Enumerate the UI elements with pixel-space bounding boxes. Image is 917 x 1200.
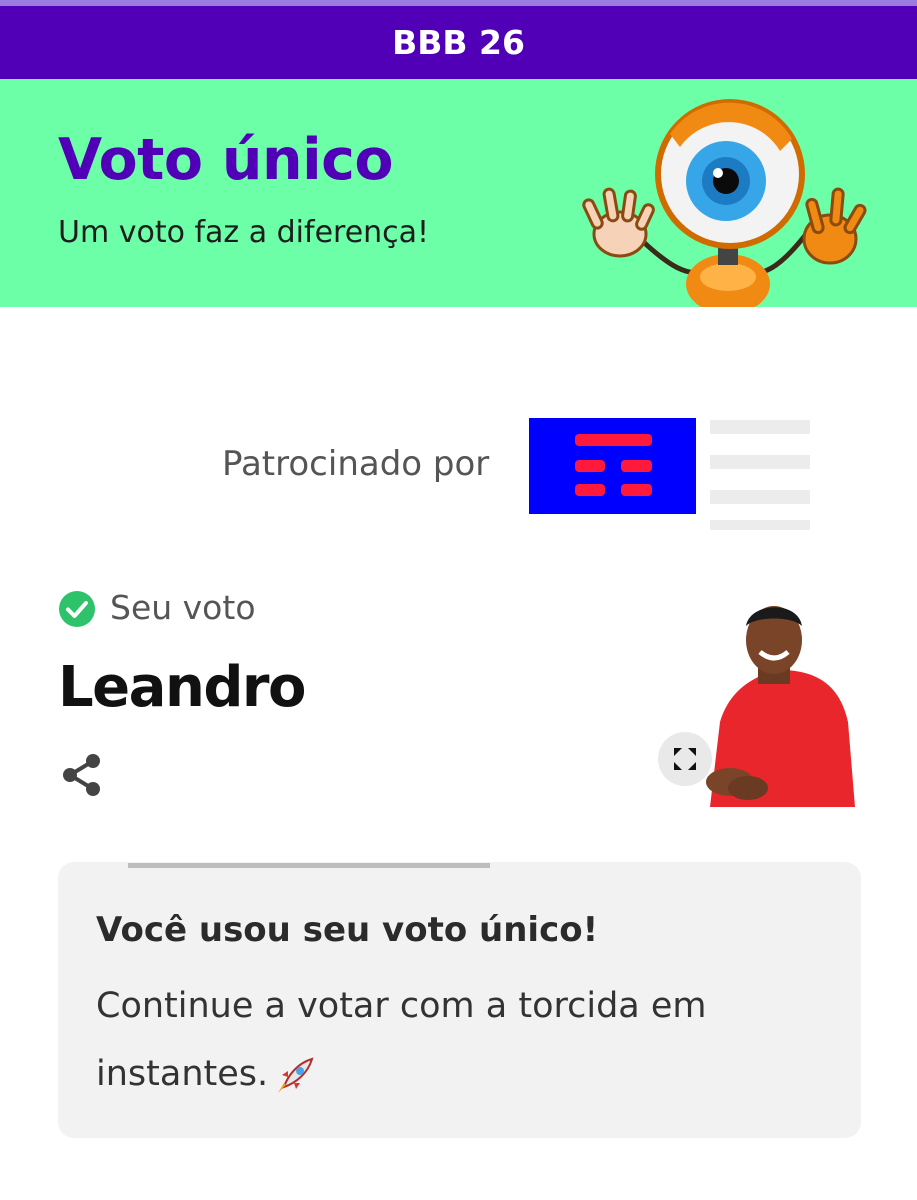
info-card-body: Continue a votar com a torcida em instan… bbox=[96, 972, 816, 1108]
rocket-icon bbox=[278, 1057, 314, 1093]
participant-photo bbox=[706, 606, 855, 807]
big-brother-eye-robot-icon bbox=[582, 99, 867, 307]
hero-title: Voto único bbox=[58, 127, 394, 193]
check-circle-icon bbox=[59, 591, 95, 627]
expand-photo-button[interactable] bbox=[658, 732, 712, 786]
hero-subtitle: Um voto faz a diferença! bbox=[58, 215, 430, 250]
app-title: BBB 26 bbox=[392, 23, 525, 62]
share-icon[interactable] bbox=[60, 752, 104, 798]
info-card: Você usou seu voto único! Continue a vot… bbox=[58, 862, 861, 1138]
sponsor-label: Patrocinado por bbox=[222, 444, 490, 484]
expand-icon bbox=[674, 748, 696, 770]
card-divider bbox=[128, 863, 490, 868]
info-card-body-text: Continue a votar com a torcida em instan… bbox=[96, 986, 707, 1094]
app-bar: BBB 26 bbox=[0, 6, 917, 79]
vote-status-label: Seu voto bbox=[110, 588, 256, 627]
sponsor-logo[interactable] bbox=[529, 418, 696, 514]
hero-banner: Voto único Um voto faz a diferença! bbox=[0, 79, 917, 307]
voted-participant-name: Leandro bbox=[58, 655, 307, 720]
info-card-title: Você usou seu voto único! bbox=[96, 910, 599, 950]
sponsor-watermark bbox=[710, 420, 810, 530]
